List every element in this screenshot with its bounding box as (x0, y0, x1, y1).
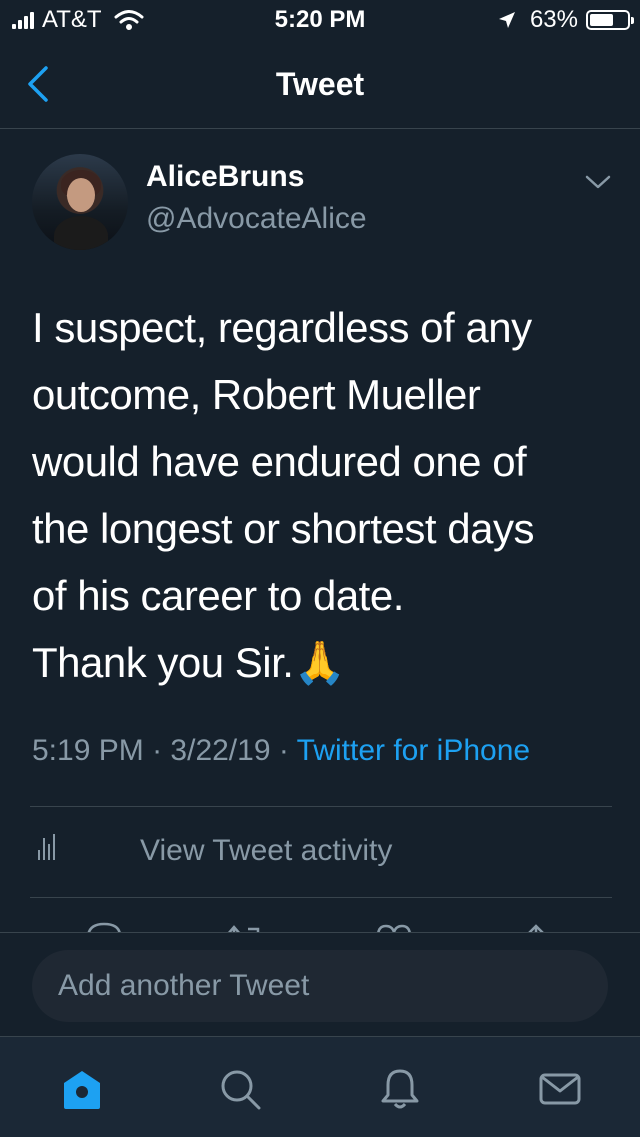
meta-separator: · (152, 734, 163, 767)
nav-header: Tweet (0, 40, 640, 129)
notifications-icon[interactable] (378, 1067, 422, 1111)
divider (30, 897, 612, 898)
status-bar: AT&T 5:20 PM 63% (0, 0, 640, 40)
compose-bar[interactable] (32, 950, 608, 1022)
home-icon[interactable] (60, 1067, 104, 1111)
view-tweet-activity-button[interactable]: View Tweet activity (32, 820, 612, 880)
divider (30, 806, 612, 807)
tweet-source-link[interactable]: Twitter for iPhone (297, 734, 530, 767)
battery-percent: 63% (529, 6, 578, 33)
messages-icon[interactable] (538, 1067, 582, 1111)
tweet-text: I suspect, regardless of any outcome, Ro… (32, 304, 534, 686)
analytics-icon (38, 834, 55, 860)
activity-label: View Tweet activity (140, 834, 393, 867)
battery-fill (590, 14, 613, 26)
author-handle[interactable]: @AdvocateAlice (146, 202, 367, 236)
tweet-date: 3/22/19 (170, 734, 271, 767)
add-tweet-input[interactable] (32, 950, 608, 1022)
tweet-time: 5:19 PM (32, 734, 144, 767)
location-arrow-icon (498, 12, 515, 28)
avatar[interactable] (32, 154, 128, 250)
chevron-down-icon[interactable] (584, 172, 612, 192)
author-display-name[interactable]: AliceBruns (146, 160, 304, 194)
tweet-meta: 5:19 PM · 3/22/19 · Twitter for iPhone (32, 734, 530, 768)
search-icon[interactable] (218, 1067, 262, 1111)
battery-icon (586, 10, 634, 30)
tab-bar (0, 1036, 640, 1137)
page-title: Tweet (275, 66, 365, 102)
meta-separator: · (278, 734, 289, 767)
